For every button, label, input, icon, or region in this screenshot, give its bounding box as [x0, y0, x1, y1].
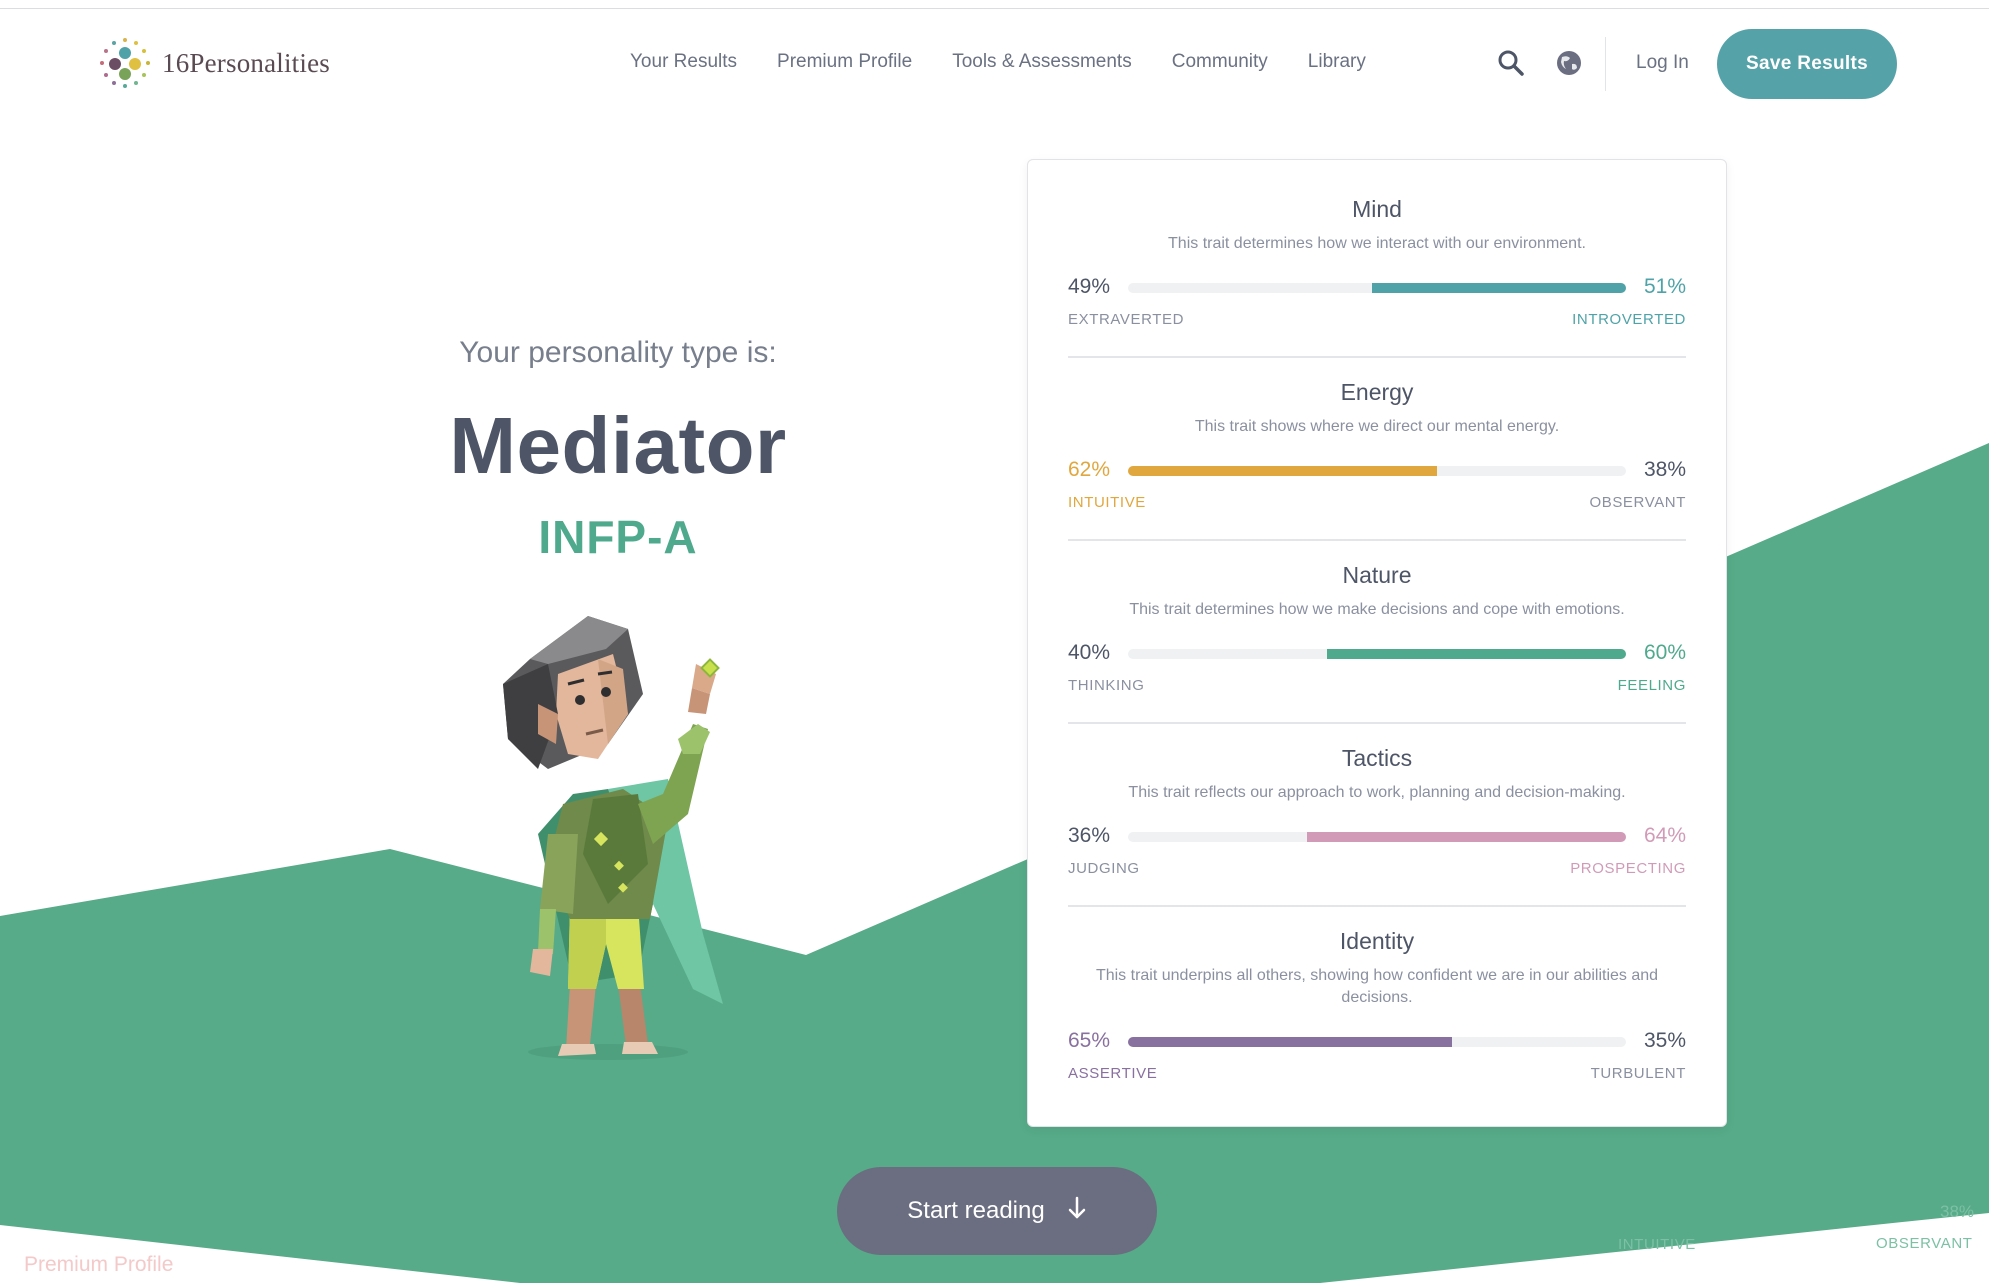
trait-bar-fill [1307, 832, 1626, 842]
ghost-percent: 38% [1940, 1202, 1975, 1221]
trait-separator [1068, 539, 1686, 541]
trait-mind: Mind This trait determines how we intera… [1068, 196, 1686, 331]
brand-logo[interactable]: 16Personalities [98, 36, 330, 90]
trait-bar-fill [1128, 1037, 1452, 1047]
trait-left-label: EXTRAVERTED [1068, 311, 1185, 328]
trait-name: Energy [1340, 379, 1414, 405]
trait-left-percent: 65% [1068, 1029, 1111, 1052]
trait-left-label: THINKING [1068, 677, 1145, 694]
trait-bar-fill [1327, 649, 1626, 659]
save-results-button[interactable]: Save Results [1717, 29, 1897, 99]
trait-right-label: PROSPECTING [1570, 860, 1686, 877]
mediator-character-illustration [503, 616, 723, 1060]
header-divider [1605, 37, 1606, 91]
trait-name: Identity [1339, 928, 1415, 954]
trait-description: This trait determines how we interact wi… [1168, 235, 1586, 252]
nav-community[interactable]: Community [1172, 51, 1268, 73]
trait-right-label: TURBULENT [1590, 1065, 1686, 1082]
trait-bar [1128, 283, 1626, 293]
nav-premium-profile[interactable]: Premium Profile [777, 51, 912, 73]
trait-description: This trait shows where we direct our men… [1194, 418, 1560, 435]
trait-left-label: INTUITIVE [1068, 494, 1146, 511]
trait-right-label: INTROVERTED [1572, 311, 1686, 328]
ghost-premium-profile-label: Premium Profile [24, 1253, 174, 1276]
nav-your-results[interactable]: Your Results [630, 51, 737, 73]
trait-bar [1128, 649, 1626, 659]
trait-description: This trait determines how we make decisi… [1129, 601, 1625, 618]
trait-left-percent: 36% [1068, 824, 1111, 847]
trait-right-label: OBSERVANT [1589, 494, 1686, 511]
brand-name: 16Personalities [162, 47, 330, 78]
trait-separator [1068, 356, 1686, 358]
traits-card: Mind This trait determines how we intera… [1027, 159, 1727, 1127]
trait-name: Nature [1342, 562, 1412, 588]
trait-bar [1128, 466, 1626, 476]
trait-separator [1068, 905, 1686, 907]
trait-right-label: FEELING [1617, 677, 1686, 694]
nav-tools-assessments[interactable]: Tools & Assessments [952, 51, 1132, 73]
trait-right-percent: 38% [1643, 458, 1686, 481]
trait-left-label: JUDGING [1068, 860, 1140, 877]
trait-name: Tactics [1341, 745, 1413, 771]
hero-subtitle: Your personality type is: [459, 336, 777, 369]
arrow-down-icon [1067, 1196, 1087, 1227]
trait-separator [1068, 722, 1686, 724]
trait-right-percent: 35% [1643, 1029, 1686, 1052]
trait-nature: Nature This trait determines how we make… [1068, 562, 1686, 697]
trait-right-percent: 60% [1643, 641, 1686, 664]
start-reading-button[interactable]: Start reading [837, 1167, 1157, 1255]
trait-bar [1128, 832, 1626, 842]
nav-library[interactable]: Library [1308, 51, 1366, 73]
ghost-observant-label: OBSERVANT [1876, 1235, 1973, 1252]
trait-description: This trait underpins all others, showing… [1095, 967, 1659, 1006]
trait-bar-fill [1372, 283, 1626, 293]
search-icon[interactable] [1497, 49, 1525, 82]
trait-right-percent: 51% [1643, 275, 1686, 298]
trait-name: Mind [1352, 196, 1402, 222]
globe-icon[interactable] [1555, 49, 1583, 82]
trait-left-percent: 49% [1068, 275, 1111, 298]
trait-bar-fill [1128, 466, 1437, 476]
personality-type-code: INFP-A [538, 511, 698, 563]
trait-left-percent: 62% [1068, 458, 1111, 481]
trait-tactics: Tactics This trait reflects our approach… [1068, 745, 1686, 880]
ghost-intuitive-label: INTUITIVE [1618, 1236, 1696, 1253]
trait-bar [1128, 1037, 1626, 1047]
trait-energy: Energy This trait shows where we direct … [1068, 379, 1686, 514]
login-link[interactable]: Log In [1636, 52, 1689, 74]
personality-type-title: Mediator [449, 401, 787, 490]
logo-mark-icon [100, 38, 150, 88]
trait-left-label: ASSERTIVE [1068, 1065, 1158, 1082]
trait-description: This trait reflects our approach to work… [1128, 784, 1626, 801]
trait-left-percent: 40% [1068, 641, 1111, 664]
header-icons [1497, 49, 1583, 82]
trait-right-percent: 64% [1643, 824, 1686, 847]
start-reading-label: Start reading [907, 1197, 1045, 1224]
trait-identity: Identity This trait underpins all others… [1068, 928, 1686, 1085]
main-nav: Your Results Premium Profile Tools & Ass… [630, 51, 1366, 73]
